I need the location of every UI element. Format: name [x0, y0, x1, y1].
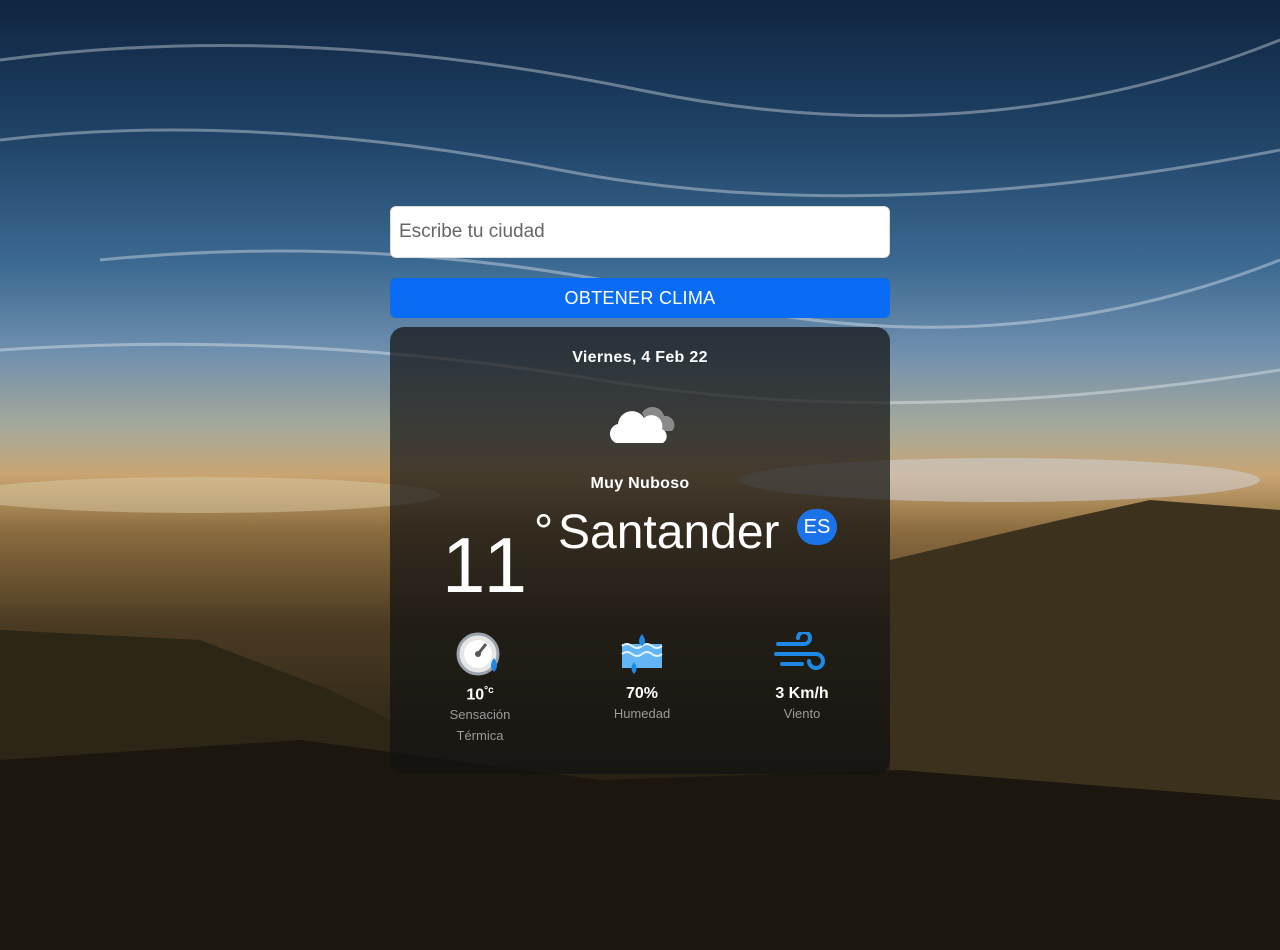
cloud-icon [602, 399, 678, 454]
country-badge: ES [797, 509, 837, 545]
wind-stat: 3 Km/h Viento [737, 630, 867, 724]
degree-symbol: ° [534, 506, 554, 559]
feels-like-unit: °c [484, 685, 494, 696]
humidity-label: Humedad [613, 706, 671, 721]
feels-like-label-2: Térmica [456, 728, 504, 744]
humidity-value: 70% [625, 685, 659, 702]
feels-like-value: 10 [466, 686, 485, 704]
temperature-value: 11 [442, 521, 531, 609]
weather-card: Viernes, 4 Feb 22 Muy Nuboso 11 ° Santan… [390, 327, 890, 774]
city-search-input[interactable] [390, 206, 890, 258]
wind-value: 3 Km/h [775, 685, 829, 702]
humidity-stat: 70% Humedad [577, 632, 707, 724]
humidity-icon [577, 632, 707, 681]
weather-description: Muy Nuboso [590, 475, 690, 492]
city-name: Santander [558, 506, 780, 559]
wind-icon [737, 630, 867, 681]
get-weather-button[interactable]: OBTENER CLIMA [390, 278, 890, 318]
feels-like-stat: 10°c Sensación Térmica [415, 632, 545, 746]
feels-like-label-1: Sensación [449, 707, 511, 723]
thermometer-gauge-icon [415, 632, 545, 681]
wind-label: Viento [783, 706, 821, 721]
weather-date: Viernes, 4 Feb 22 [572, 349, 708, 366]
